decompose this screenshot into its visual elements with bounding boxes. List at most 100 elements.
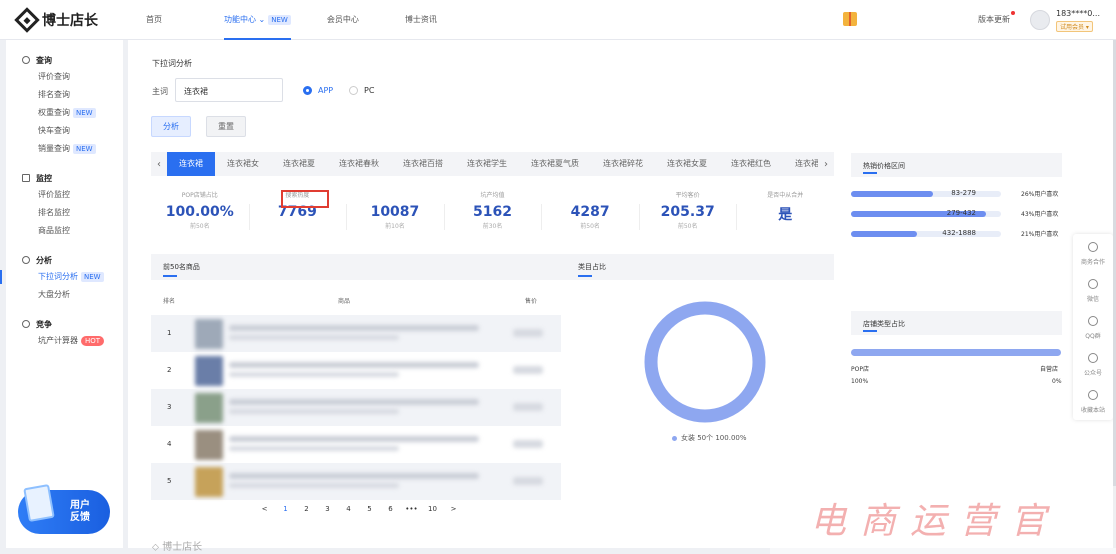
- sidebar-item-market-analysis[interactable]: 大盘分析: [6, 286, 123, 304]
- product-title-blurred[interactable]: [229, 436, 479, 442]
- page-item[interactable]: 10: [422, 505, 443, 513]
- radio-label: PC: [364, 86, 375, 95]
- sidebar-item-calculator[interactable]: 坑产计算器 HOT: [6, 332, 123, 350]
- product-title-blurred[interactable]: [229, 325, 479, 331]
- sidebar-item-rank-query[interactable]: 排名查询: [6, 86, 123, 104]
- nav-feature-center[interactable]: 功能中心 ⌄ NEW: [224, 0, 291, 40]
- item-label: 权重查询: [38, 108, 70, 117]
- sidebar-item-express-query[interactable]: 快车查询: [6, 122, 123, 140]
- nav-home[interactable]: 首页: [146, 0, 162, 40]
- product-thumbnail[interactable]: [195, 356, 223, 386]
- radio-pc[interactable]: PC: [349, 86, 374, 95]
- metric-card: 平均客价 205.37 前50名: [638, 190, 737, 242]
- tab-keyword[interactable]: 连衣裙女夏: [655, 152, 719, 176]
- row-rank: 1: [167, 329, 172, 337]
- tab-keyword[interactable]: 连衣裙春秋: [327, 152, 391, 176]
- sidebar-item-sales-query[interactable]: 销量查询 NEW: [6, 140, 123, 158]
- price-range-title: 热销价格区间: [863, 162, 905, 170]
- float-item-3[interactable]: 公众号: [1073, 345, 1113, 382]
- product-title-blurred[interactable]: [229, 473, 479, 479]
- title-underline: [578, 275, 592, 277]
- product-thumbnail[interactable]: [195, 430, 223, 460]
- chat-icon: [1088, 353, 1098, 363]
- sidebar-item-weight-query[interactable]: 权重查询 NEW: [6, 104, 123, 122]
- table-row[interactable]: 2: [151, 352, 561, 389]
- metric-value: 4287: [570, 204, 610, 220]
- product-title-blurred[interactable]: [229, 399, 479, 405]
- radio-dot: [303, 86, 312, 95]
- category-title: 类目占比: [578, 263, 606, 271]
- table-row[interactable]: 3: [151, 389, 561, 426]
- feedback-button[interactable]: 用户 反馈: [18, 484, 110, 534]
- float-item-0[interactable]: 商务合作: [1073, 234, 1113, 271]
- version-update-link[interactable]: 版本更新: [978, 14, 1010, 25]
- user-phone[interactable]: 183****0...: [1056, 9, 1100, 18]
- sidebar-group-analysis: 分析 下拉词分析 NEW 大盘分析: [0, 252, 123, 304]
- page-item[interactable]: <: [254, 505, 275, 513]
- page-item[interactable]: 5: [359, 505, 380, 513]
- page-item[interactable]: 2: [296, 505, 317, 513]
- product-thumbnail[interactable]: [195, 393, 223, 423]
- shop-type-self-label: 自营店: [1040, 366, 1059, 373]
- chevron-right-icon[interactable]: ›: [818, 159, 834, 170]
- brand-logo[interactable]: 博士店长: [14, 7, 98, 33]
- page-item[interactable]: 6: [380, 505, 401, 513]
- price-range: 432-1888: [942, 229, 976, 237]
- tab-keyword[interactable]: 连衣裙学生: [455, 152, 519, 176]
- sidebar-group-title: 监控: [6, 170, 123, 186]
- tab-keyword[interactable]: 连衣裙碎花: [591, 152, 655, 176]
- nav-member-center[interactable]: 会员中心: [327, 0, 359, 40]
- product-title-blurred[interactable]: [229, 362, 479, 368]
- sidebar-item-review-query[interactable]: 评价查询: [6, 68, 123, 86]
- page-item[interactable]: 3: [317, 505, 338, 513]
- target-icon: [22, 320, 30, 328]
- tab-keyword[interactable]: 连衣裙女: [215, 152, 271, 176]
- tab-keyword[interactable]: 连衣裙夏: [271, 152, 327, 176]
- page-item[interactable]: 4: [338, 505, 359, 513]
- footer-brand-text: 博士店长: [162, 542, 203, 553]
- title-underline: [863, 330, 877, 332]
- analyze-button[interactable]: 分析: [151, 116, 191, 137]
- page-item[interactable]: >: [443, 505, 464, 513]
- feedback-line: 用户: [70, 500, 90, 511]
- chevron-left-icon[interactable]: ‹: [151, 159, 167, 170]
- legend-label: 女装 50个 100.00%: [681, 434, 747, 442]
- float-item-1[interactable]: 微信: [1073, 271, 1113, 308]
- hot-badge: HOT: [81, 336, 105, 346]
- new-badge: NEW: [268, 15, 291, 25]
- tab-keyword[interactable]: 连衣裙百搭: [391, 152, 455, 176]
- page-item[interactable]: 1: [275, 505, 296, 513]
- chevron-down-icon: ⌄: [258, 15, 266, 24]
- donut-slice-womenswear[interactable]: [644, 301, 766, 423]
- product-subtitle-blurred: [229, 483, 399, 488]
- tab-keyword[interactable]: 连衣裙红色: [719, 152, 783, 176]
- float-item-2[interactable]: QQ群: [1073, 308, 1113, 345]
- float-item-4[interactable]: 收藏本站: [1073, 382, 1113, 419]
- gift-icon[interactable]: [843, 12, 857, 26]
- member-badge[interactable]: 试用会员 ▾: [1056, 21, 1093, 32]
- product-thumbnail[interactable]: [195, 467, 223, 497]
- table-row[interactable]: 5: [151, 463, 561, 500]
- row-rank: 2: [167, 366, 172, 374]
- sidebar-item-rank-monitor[interactable]: 排名监控: [6, 204, 123, 222]
- nav-label: 会员中心: [326, 15, 359, 24]
- float-label: QQ群: [1085, 333, 1101, 340]
- sidebar-item-review-monitor[interactable]: 评价监控: [6, 186, 123, 204]
- metric-value: 是: [778, 207, 793, 223]
- reset-button[interactable]: 重置: [206, 116, 246, 137]
- tab-keyword[interactable]: 连衣裙夏气质: [519, 152, 591, 176]
- page-item[interactable]: •••: [401, 505, 422, 513]
- table-row[interactable]: 1: [151, 315, 561, 352]
- sidebar-item-product-monitor[interactable]: 商品监控: [6, 222, 123, 240]
- keyword-input[interactable]: 连衣裙: [175, 78, 283, 102]
- notification-dot: [1011, 11, 1015, 15]
- avatar[interactable]: [1030, 10, 1050, 30]
- nav-news[interactable]: 博士资讯: [405, 0, 437, 40]
- tab-keyword[interactable]: 连衣裙: [167, 152, 215, 176]
- table-row[interactable]: 4: [151, 426, 561, 463]
- radio-app[interactable]: APP: [303, 86, 333, 95]
- sidebar-item-dropdown-analysis[interactable]: 下拉词分析 NEW: [0, 268, 123, 286]
- product-thumbnail[interactable]: [195, 319, 223, 349]
- tab-keyword[interactable]: 连衣裙...: [783, 152, 818, 176]
- title-underline: [163, 275, 177, 277]
